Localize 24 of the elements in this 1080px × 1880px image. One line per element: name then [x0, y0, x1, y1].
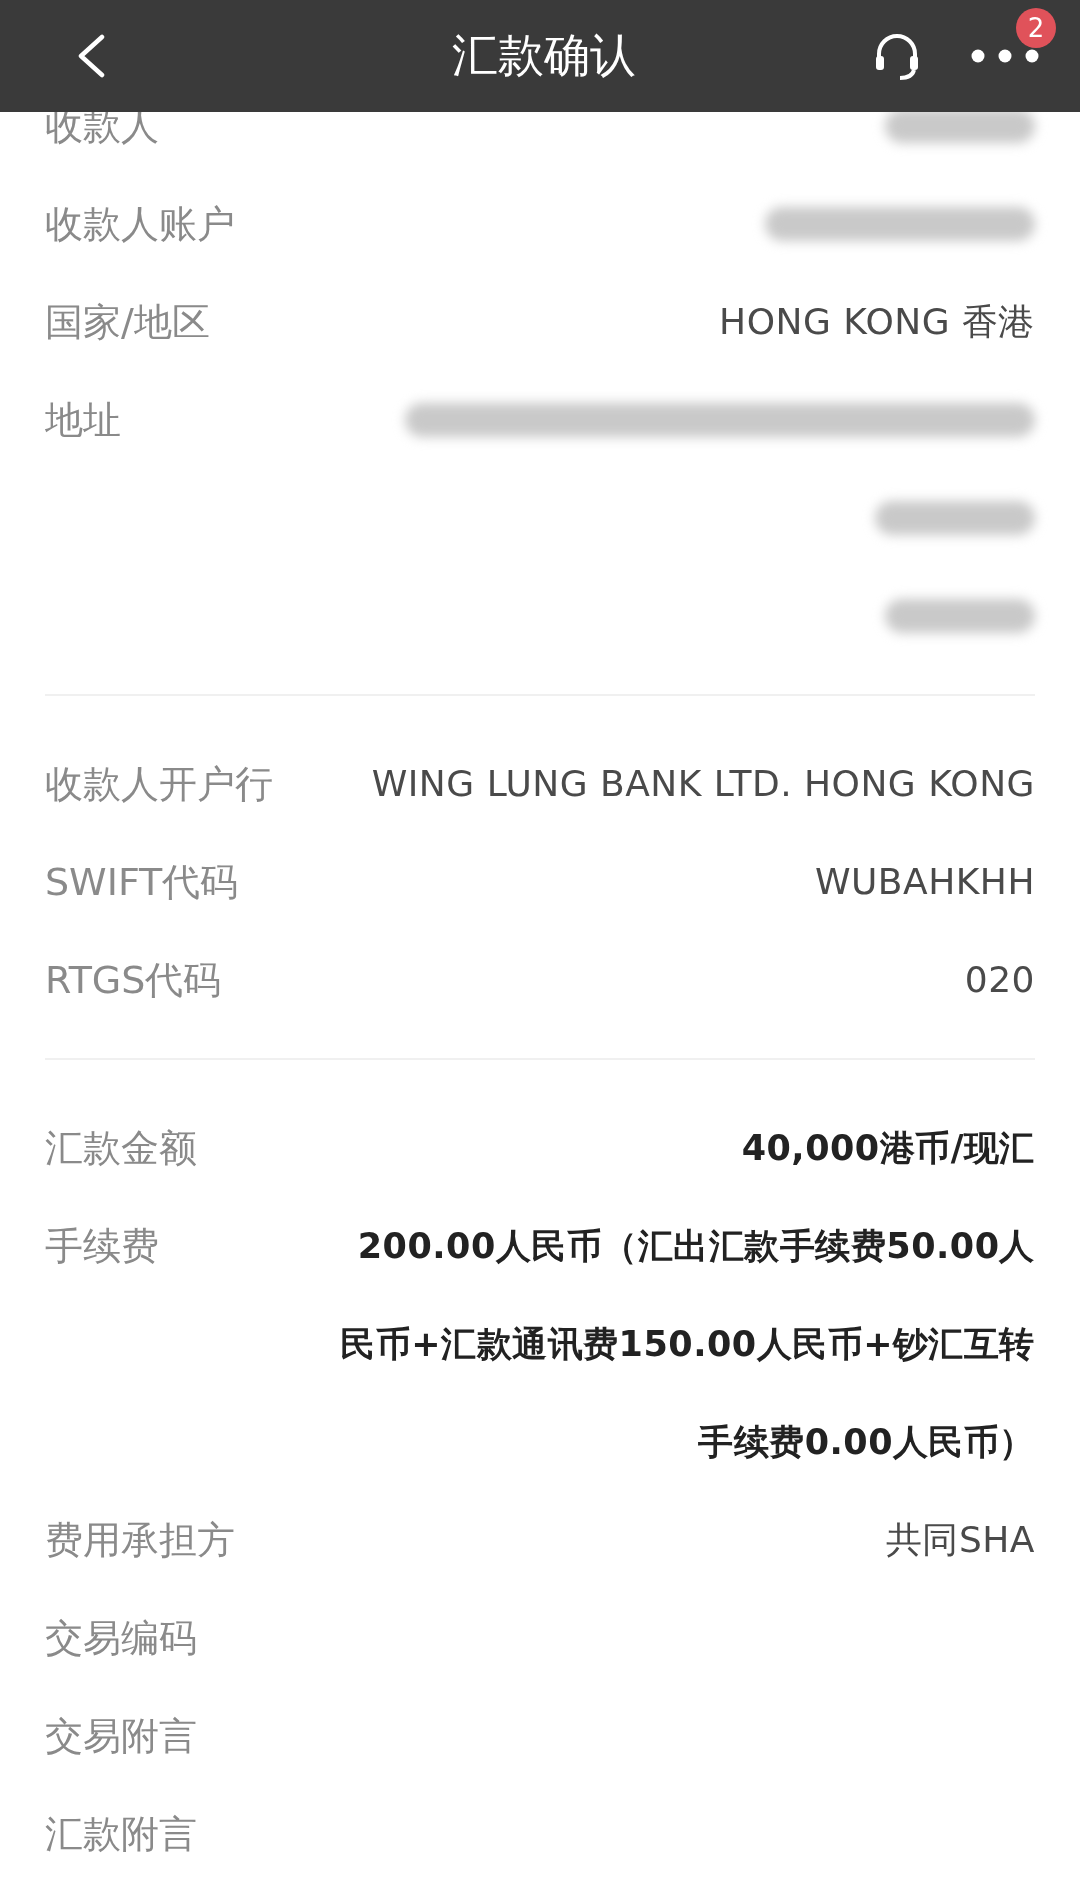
- field-value: HONG KONG 香港: [719, 300, 1035, 344]
- notification-badge: 2: [1016, 8, 1056, 48]
- field-label: 汇款附言: [45, 1811, 197, 1858]
- page-title: 汇款确认: [451, 27, 637, 84]
- field-value: 200.00人民币（汇出汇款手续费50.00人民币+汇款通讯费150.00人民币+钞汇互转手续费0.00人民币）: [339, 1225, 1035, 1464]
- field-label: 交易附言: [45, 1713, 197, 1760]
- field-label: 收款人开户行: [45, 761, 273, 808]
- field-value: WUBAHKHH: [814, 860, 1035, 904]
- field-label: 费用承担方: [45, 1517, 235, 1564]
- field-label: 手续费: [45, 1223, 159, 1270]
- field-value: 020: [964, 958, 1035, 1002]
- field-value: 共同SHA: [885, 1518, 1035, 1562]
- field-value: 40,000港币/现汇: [741, 1127, 1035, 1170]
- field-label: SWIFT代码: [45, 859, 239, 906]
- field-label: 汇款金额: [45, 1125, 197, 1172]
- back-icon[interactable]: [76, 34, 106, 78]
- field-label: 交易编码: [45, 1615, 197, 1662]
- field-label: RTGS代码: [45, 957, 222, 1004]
- field-label: 国家/地区: [45, 299, 210, 346]
- field-label: 收款人账户: [45, 201, 235, 248]
- field-label: 收款人: [45, 103, 159, 150]
- more-icon[interactable]: [970, 48, 1040, 64]
- field-value: WING LUNG BANK LTD. HONG KONG: [371, 762, 1035, 806]
- field-label: 地址: [45, 397, 121, 444]
